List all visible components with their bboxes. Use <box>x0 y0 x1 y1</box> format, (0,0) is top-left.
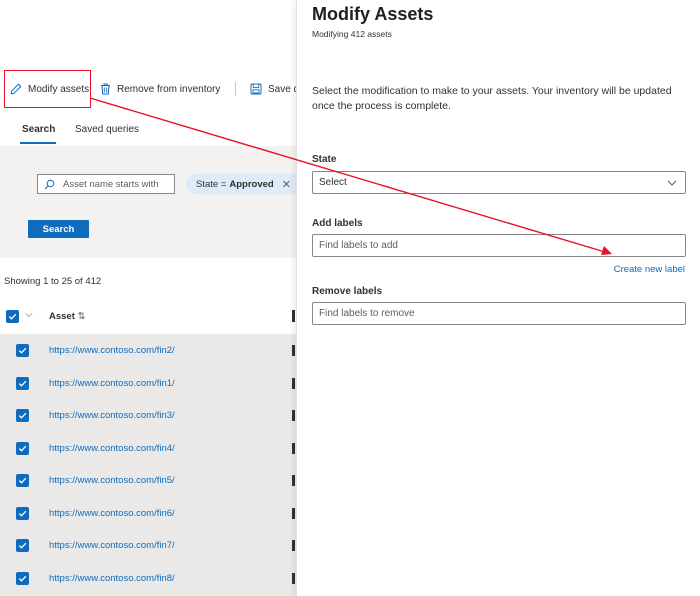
highlight-box <box>4 70 91 108</box>
checkmark-icon <box>18 575 27 582</box>
tab-search[interactable]: Search <box>22 124 55 135</box>
row-checkbox[interactable] <box>16 409 29 422</box>
results-count: Showing 1 to 25 of 412 <box>4 276 102 287</box>
save-query-button[interactable]: Save q <box>250 74 296 104</box>
table-row[interactable]: https://www.contoso.com/fin2/ <box>0 334 296 367</box>
row-checkbox[interactable] <box>16 441 29 455</box>
asset-link[interactable]: https://www.contoso.com/fin3/ <box>49 410 175 421</box>
remove-labels-input[interactable]: Find labels to remove <box>312 302 686 325</box>
trash-icon <box>101 83 110 95</box>
checkmark-icon <box>18 542 27 549</box>
filter-key: State = <box>196 178 227 190</box>
row-checkbox[interactable] <box>16 506 29 520</box>
remove-labels-placeholder: Find labels to remove <box>319 308 415 319</box>
row-checkbox[interactable] <box>16 344 29 357</box>
tab-saved-queries[interactable]: Saved queries <box>75 124 139 135</box>
table-row[interactable]: https://www.contoso.com/fin1/ <box>0 367 296 400</box>
remove-from-inventory-button[interactable]: Remove from inventory <box>100 74 220 104</box>
truncated-cell <box>292 475 295 486</box>
filter-value: Approved <box>229 178 274 190</box>
table-row[interactable]: https://www.contoso.com/fin6/ <box>0 497 296 530</box>
table-row[interactable]: https://www.contoso.com/fin8/ <box>0 562 296 595</box>
truncated-cell <box>292 377 295 389</box>
column-header-truncated <box>292 310 295 322</box>
row-checkbox[interactable] <box>16 376 29 390</box>
table-row[interactable]: https://www.contoso.com/fin7/ <box>0 529 296 562</box>
modify-assets-panel: Modify Assets Modifying 412 assets Selec… <box>296 0 700 596</box>
truncated-cell <box>292 507 295 519</box>
asset-link[interactable]: https://www.contoso.com/fin1/ <box>49 378 175 389</box>
state-dropdown[interactable]: Select <box>312 171 686 194</box>
asset-inventory-page: Modify assets Remove from inventory Save… <box>0 0 296 596</box>
add-labels-input[interactable]: Find labels to add <box>312 234 686 257</box>
column-header-asset[interactable]: Asset ⇅ <box>49 311 85 322</box>
search-placeholder: Asset name starts with <box>63 178 159 190</box>
active-tab-indicator <box>20 142 56 144</box>
select-all-checkbox[interactable] <box>6 310 19 323</box>
checkmark-icon <box>8 313 17 320</box>
table-row[interactable]: https://www.contoso.com/fin5/ <box>0 464 296 497</box>
truncated-cell <box>292 442 295 454</box>
create-new-label-link[interactable]: Create new label <box>614 264 685 275</box>
search-button[interactable]: Search <box>28 220 89 238</box>
checkmark-icon <box>18 412 27 419</box>
checkmark-icon <box>18 510 27 517</box>
asset-link[interactable]: https://www.contoso.com/fin5/ <box>49 475 175 486</box>
row-checkbox[interactable] <box>16 539 29 552</box>
add-labels-placeholder: Find labels to add <box>319 240 398 251</box>
asset-link[interactable]: https://www.contoso.com/fin7/ <box>49 540 175 551</box>
state-dropdown-value: Select <box>319 177 347 188</box>
table-row[interactable]: https://www.contoso.com/fin3/ <box>0 399 296 432</box>
checkmark-icon <box>18 347 27 354</box>
table-header: ⌵ Asset ⇅ <box>0 306 296 328</box>
add-labels-label: Add labels <box>312 218 363 229</box>
truncated-cell <box>292 410 295 421</box>
checkmark-icon <box>18 445 27 452</box>
save-query-label: Save q <box>268 83 296 95</box>
remove-from-inventory-label: Remove from inventory <box>117 83 221 95</box>
checkmark-icon <box>18 477 27 484</box>
toolbar-divider <box>235 82 236 96</box>
state-label: State <box>312 154 337 165</box>
asset-link[interactable]: https://www.contoso.com/fin2/ <box>49 345 175 356</box>
remove-labels-label: Remove labels <box>312 286 383 297</box>
asset-link[interactable]: https://www.contoso.com/fin8/ <box>49 573 175 584</box>
truncated-cell <box>292 540 295 551</box>
row-checkbox[interactable] <box>16 571 29 585</box>
filter-panel: Asset name starts with State = Approved … <box>0 146 296 258</box>
row-checkbox[interactable] <box>16 474 29 487</box>
close-icon[interactable]: ✕ <box>282 178 291 191</box>
panel-description: Select the modification to make to your … <box>312 85 672 112</box>
search-icon <box>44 179 55 189</box>
table-row[interactable]: https://www.contoso.com/fin4/ <box>0 432 296 465</box>
save-icon <box>250 83 262 95</box>
sort-icon: ⇅ <box>77 311 86 322</box>
chevron-down-icon[interactable]: ⌵ <box>25 309 33 320</box>
chevron-down-icon <box>667 180 677 186</box>
column-asset-label: Asset <box>49 311 75 322</box>
results-table-body: https://www.contoso.com/fin2/ https://ww… <box>0 334 296 596</box>
truncated-cell <box>292 345 295 356</box>
panel-subtitle: Modifying 412 assets <box>312 29 392 39</box>
checkmark-icon <box>18 380 27 387</box>
asset-link[interactable]: https://www.contoso.com/fin4/ <box>49 443 175 454</box>
state-filter-pill[interactable]: State = Approved ✕ <box>186 174 296 194</box>
asset-link[interactable]: https://www.contoso.com/fin6/ <box>49 508 175 519</box>
tab-bar: Search Saved queries <box>0 122 296 144</box>
truncated-cell <box>292 572 295 584</box>
panel-title: Modify Assets <box>312 4 434 24</box>
asset-name-search-input[interactable]: Asset name starts with <box>37 174 175 194</box>
